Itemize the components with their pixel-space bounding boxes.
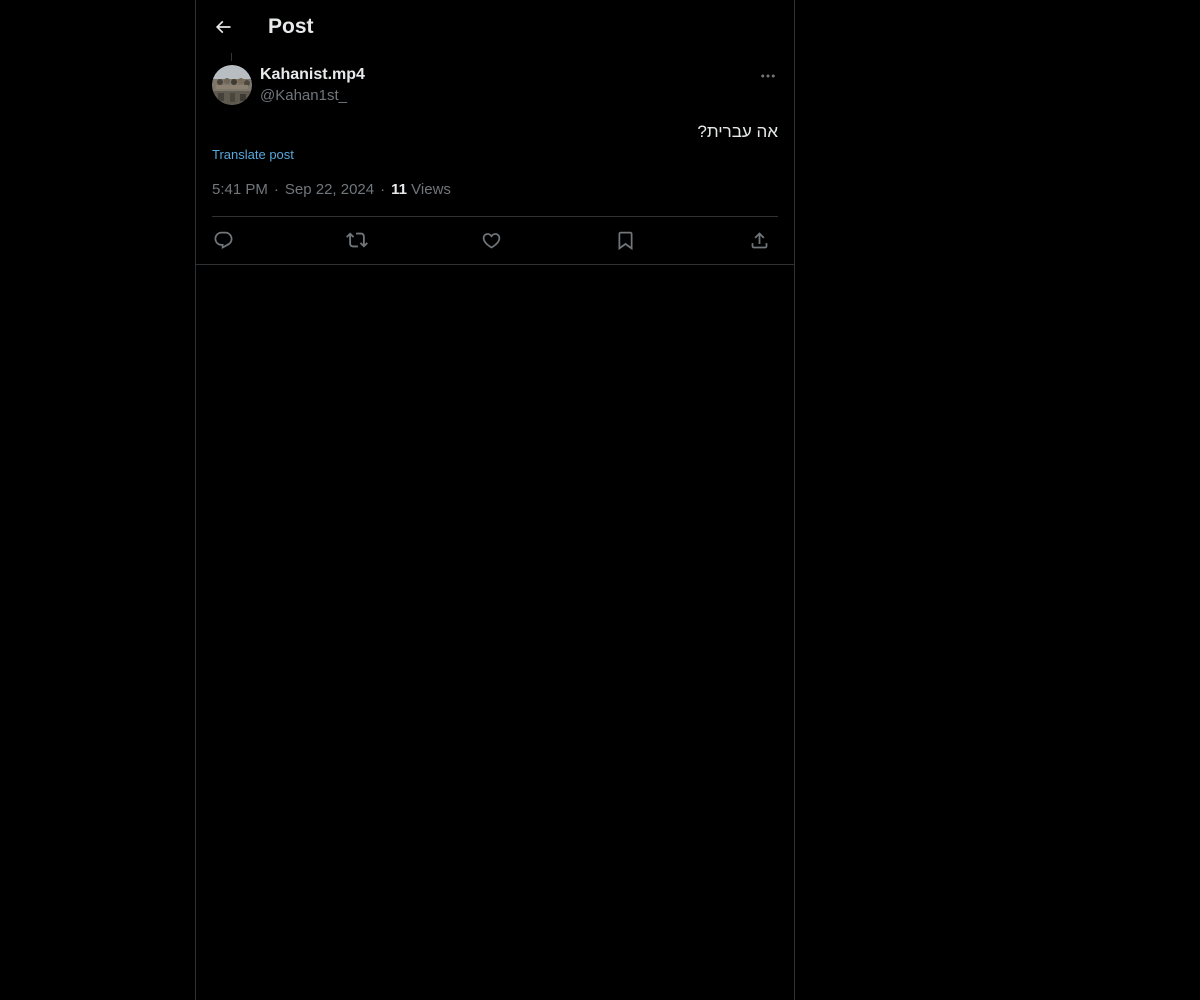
divider: [212, 216, 778, 217]
post-metadata: 5:41 PM · Sep 22, 2024 · 11 Views: [212, 180, 451, 200]
reply-button[interactable]: [207, 224, 239, 256]
views-count: 11: [391, 181, 407, 198]
back-button[interactable]: [207, 11, 239, 43]
author-display-name[interactable]: Kahanist.mp4: [260, 65, 365, 85]
post-time[interactable]: 5:41 PM: [212, 181, 268, 198]
page-header: Post: [196, 0, 794, 53]
bookmark-icon: [615, 230, 636, 251]
post-bottom-border: [196, 264, 794, 265]
bookmark-button[interactable]: [609, 224, 641, 256]
share-button[interactable]: [743, 224, 775, 256]
translate-post-link[interactable]: Translate post: [212, 146, 294, 164]
post-text: אה עברית?: [697, 122, 778, 141]
repost-button[interactable]: [341, 224, 373, 256]
reply-icon: [213, 230, 234, 251]
avatar[interactable]: [212, 65, 252, 105]
action-bar: [212, 224, 778, 256]
more-options-button[interactable]: [754, 62, 782, 90]
post-column: Post Kahanist.mp4 @Kahan1st_ אה עברית? T…: [195, 0, 795, 1000]
thread-connector-line: [231, 53, 232, 61]
page-title: Post: [268, 15, 314, 38]
share-icon: [749, 230, 770, 251]
meta-separator: ·: [273, 181, 279, 198]
post-date[interactable]: Sep 22, 2024: [285, 181, 374, 198]
author-handle[interactable]: @Kahan1st_: [260, 86, 347, 106]
more-horizontal-icon: [759, 67, 777, 85]
meta-separator: ·: [380, 181, 386, 198]
arrow-left-icon: [213, 17, 233, 37]
like-button[interactable]: [475, 224, 507, 256]
views-label: Views: [411, 181, 451, 198]
repost-icon: [346, 229, 368, 251]
heart-icon: [481, 230, 502, 251]
